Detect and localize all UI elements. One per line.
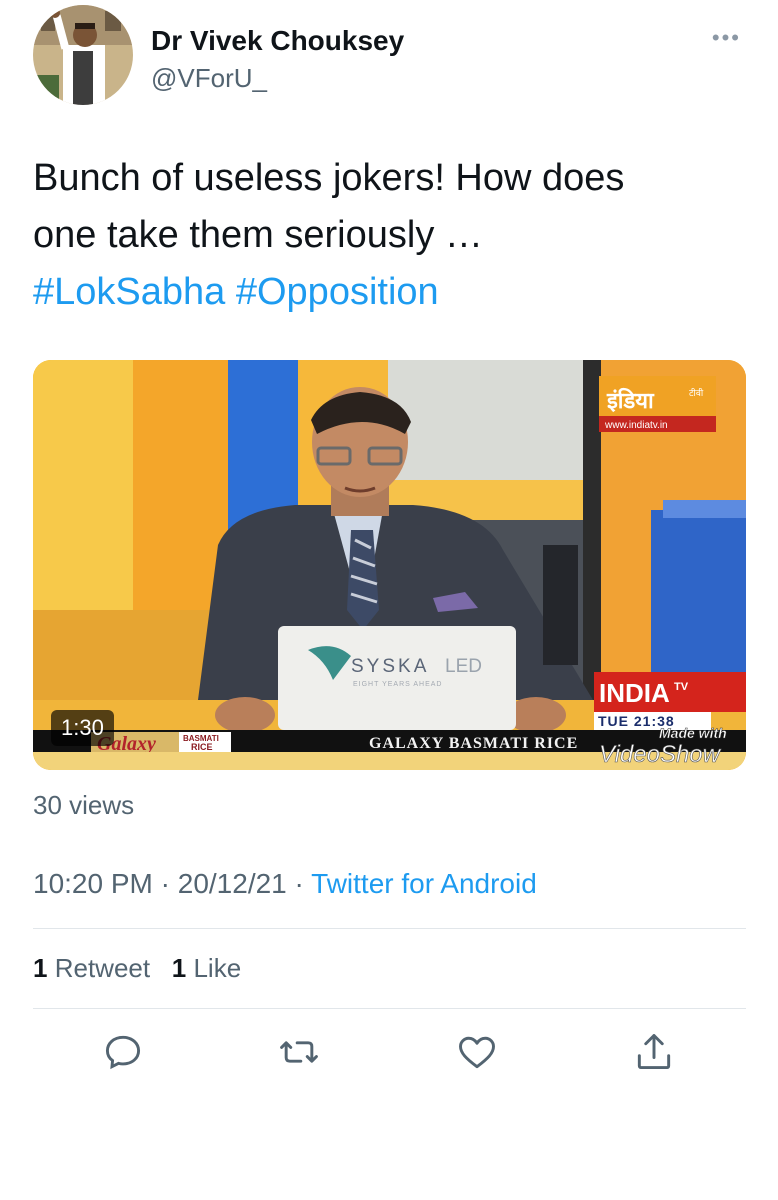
more-dots-icon[interactable]: •••	[712, 25, 741, 51]
author-handle[interactable]: @VForU_	[151, 63, 267, 94]
action-bar	[33, 1030, 746, 1074]
likes-label: Like	[193, 953, 242, 983]
likes-stat[interactable]: 1 Like	[172, 953, 241, 983]
hashtag-list: #LokSabha #Opposition	[33, 264, 733, 321]
laptop-tagline: EIGHT YEARS AHEAD	[353, 681, 443, 688]
channel-logo-hindi: इंडिया	[606, 387, 655, 414]
tweet-text: Bunch of useless jokers! How does one ta…	[33, 150, 733, 321]
channel-logo-small: टीवी	[689, 387, 704, 399]
like-icon[interactable]	[455, 1030, 499, 1074]
reply-icon[interactable]	[101, 1030, 145, 1074]
meta-separator: ·	[294, 868, 304, 899]
tweet-source-link[interactable]: Twitter for Android	[311, 868, 537, 899]
hashtag-link[interactable]: #Opposition	[236, 271, 439, 313]
tweet-time[interactable]: 10:20 PM	[33, 868, 153, 899]
author-name[interactable]: Dr Vivek Chouksey	[151, 25, 404, 57]
share-icon[interactable]	[632, 1030, 676, 1074]
ticker-badge-bottom: RICE	[191, 742, 213, 752]
watermark-top: Made with	[659, 725, 727, 741]
divider	[33, 1008, 746, 1009]
engagement-counts: 1 Retweet 1 Like	[33, 953, 241, 984]
avatar[interactable]	[33, 5, 133, 105]
divider	[33, 928, 746, 929]
tweet-text-line: Bunch of useless jokers! How does	[33, 157, 625, 199]
channel-url: www.indiatv.in	[604, 420, 668, 431]
video-thumbnail: SYSKA LED EIGHT YEARS AHEAD इंडिया टीवी …	[33, 360, 746, 770]
watermark-bottom: VideoShow	[599, 741, 722, 768]
tweet-meta: 10:20 PM · 20/12/21 · Twitter for Androi…	[33, 868, 537, 900]
laptop-brand: SYSKA	[351, 656, 429, 677]
channel-name: INDIA	[599, 678, 670, 708]
retweet-icon[interactable]	[277, 1030, 321, 1074]
laptop-brand-suffix: LED	[445, 656, 482, 677]
retweets-count: 1	[33, 953, 48, 983]
retweets-label: Retweet	[54, 953, 151, 983]
retweets-stat[interactable]: 1 Retweet	[33, 953, 150, 983]
channel-tv: TV	[674, 681, 689, 693]
tweet-header: Dr Vivek Chouksey @VForU_ •••	[33, 5, 745, 105]
meta-separator: ·	[160, 868, 170, 899]
likes-count: 1	[171, 953, 187, 983]
video-duration-badge: 1:30	[51, 710, 114, 746]
tweet-date[interactable]: 20/12/21	[178, 868, 287, 899]
ticker-text: GALAXY BASMATI RICE	[369, 735, 578, 752]
hashtag-link[interactable]: #LokSabha	[33, 271, 225, 313]
video-player[interactable]: SYSKA LED EIGHT YEARS AHEAD इंडिया टीवी …	[33, 360, 746, 770]
tweet-text-line: one take them seriously …	[33, 214, 483, 256]
view-count: 30 views	[33, 790, 135, 820]
